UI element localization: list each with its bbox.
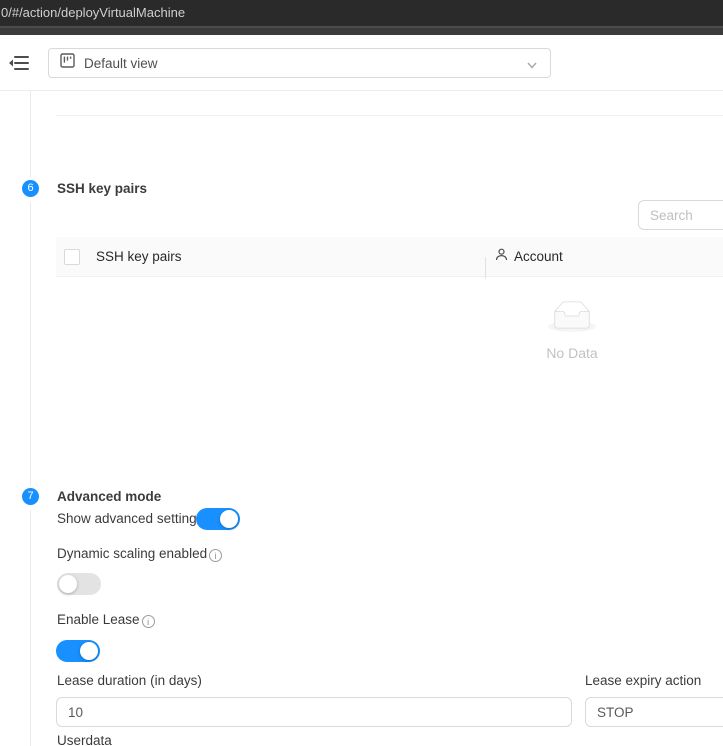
dynamic-scaling-label-row: Dynamic scaling enabledi [57, 545, 222, 563]
select-all-checkbox[interactable] [64, 249, 80, 265]
window-strip [0, 26, 723, 35]
userdata-label: Userdata [57, 733, 112, 746]
empty-state-text: No Data [56, 345, 723, 361]
menu-fold-icon[interactable] [8, 53, 30, 73]
toolbar: Default view [0, 35, 723, 91]
lease-duration-input[interactable] [56, 697, 572, 727]
table-header-row: SSH key pairs Account [56, 237, 723, 277]
empty-state: No Data [56, 301, 723, 361]
enable-lease-label: Enable Lease [57, 612, 140, 627]
toggle-knob [80, 642, 98, 660]
step-7-title: Advanced mode [57, 489, 161, 504]
section-divider [56, 115, 723, 116]
step-6-badge: 6 [22, 180, 39, 197]
ssh-keypairs-table: SSH key pairs Account [56, 237, 723, 427]
steps-connector [30, 202, 31, 486]
view-select[interactable]: Default view [48, 48, 551, 78]
user-icon [495, 248, 508, 266]
chevron-down-icon [526, 58, 538, 76]
wizard-content: 6 SSH key pairs SSH key pairs Account [0, 91, 723, 746]
table-header-ssh: SSH key pairs [56, 249, 485, 265]
show-advanced-label: Show advanced settings [57, 511, 203, 526]
empty-box-icon [548, 319, 596, 336]
dynamic-scaling-label: Dynamic scaling enabled [57, 546, 207, 561]
column-label-account: Account [514, 249, 563, 264]
info-icon[interactable]: i [142, 615, 155, 628]
lease-duration-label: Lease duration (in days) [57, 673, 202, 688]
browser-url-bar: 0/#/action/deployVirtualMachine [0, 0, 723, 26]
column-label-ssh: SSH key pairs [96, 249, 182, 264]
show-advanced-toggle[interactable] [196, 508, 240, 530]
toggle-knob [59, 575, 77, 593]
table-body: No Data [56, 277, 723, 427]
enable-lease-toggle[interactable] [56, 640, 100, 662]
view-select-value: Default view [84, 56, 158, 71]
show-advanced-row: Show advanced settings [57, 511, 203, 526]
step-7-badge: 7 [22, 488, 39, 505]
search-input[interactable] [638, 200, 723, 230]
step-6-title: SSH key pairs [57, 181, 147, 196]
lease-expiry-label: Lease expiry action [585, 673, 701, 688]
info-icon[interactable]: i [209, 549, 222, 562]
enable-lease-label-row: Enable Leasei [57, 611, 155, 629]
dynamic-scaling-toggle[interactable] [57, 573, 101, 595]
table-header-account: Account [485, 248, 723, 266]
lease-expiry-input[interactable] [585, 697, 723, 727]
steps-connector [30, 510, 31, 746]
url-text: 0/#/action/deployVirtualMachine [1, 5, 185, 20]
toggle-knob [220, 510, 238, 528]
steps-connector [30, 91, 31, 177]
project-view-icon [60, 53, 75, 73]
deploy-vm-page: 0/#/action/deployVirtualMachine [0, 0, 723, 746]
